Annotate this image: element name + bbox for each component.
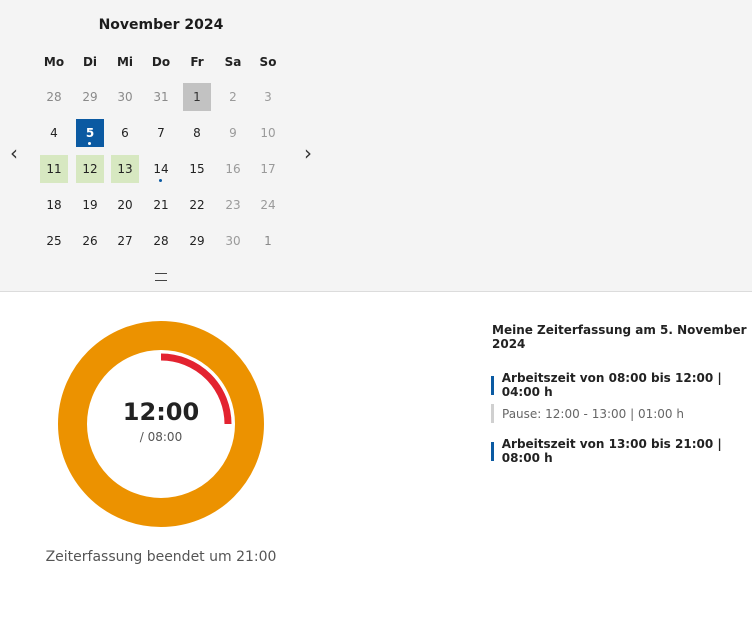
time-entry-label: Arbeitszeit von 13:00 bis 21:00 | 08:00 … xyxy=(501,437,722,465)
time-entry-label: Pause: 12:00 - 13:00 | 01:00 h xyxy=(502,406,684,421)
weekday-fr: Fr xyxy=(190,55,204,69)
calendar-day[interactable]: 6 xyxy=(111,119,139,147)
calendar-day[interactable]: 28 xyxy=(147,227,175,255)
calendar-day[interactable]: 22 xyxy=(183,191,211,219)
calendar-day[interactable]: 7 xyxy=(147,119,175,147)
calendar-day[interactable]: 25 xyxy=(40,227,68,255)
entry-color-bar xyxy=(491,441,494,461)
calendar-day-holiday[interactable]: 1 xyxy=(183,83,211,111)
calendar-day[interactable]: 16 xyxy=(219,155,247,183)
weekday-mo: Mo xyxy=(43,55,65,69)
next-month-button[interactable]: › xyxy=(298,141,318,165)
calendar-day[interactable]: 26 xyxy=(76,227,104,255)
time-entry-pause[interactable]: Pause: 12:00 - 13:00 | 01:00 h xyxy=(491,404,684,423)
calendar-day[interactable]: 17 xyxy=(254,155,282,183)
entry-indicator-dot xyxy=(88,142,91,145)
chevron-left-icon: ‹ xyxy=(10,141,18,165)
calendar-day[interactable]: 29 xyxy=(183,227,211,255)
calendar-day[interactable]: 8 xyxy=(183,119,211,147)
calendar-day[interactable]: 20 xyxy=(111,191,139,219)
weekday-di: Di xyxy=(82,55,98,69)
entry-color-bar xyxy=(491,404,494,423)
drag-handle-icon[interactable] xyxy=(155,273,167,281)
weekday-mi: Mi xyxy=(116,55,134,69)
status-text: Zeiterfassung beendet um 21:00 xyxy=(45,549,277,565)
calendar-day[interactable]: 30 xyxy=(111,83,139,111)
calendar-day-recorded[interactable]: 11 xyxy=(40,155,68,183)
time-entry-label: Arbeitszeit von 08:00 bis 12:00 | 04:00 … xyxy=(501,371,722,399)
summary-title: Meine Zeiterfassung am 5. November 2024 xyxy=(492,323,747,351)
calendar-day[interactable]: 15 xyxy=(183,155,211,183)
calendar-day-today[interactable]: 14 xyxy=(147,155,175,183)
calendar-day[interactable]: 31 xyxy=(147,83,175,111)
calendar-day[interactable]: 4 xyxy=(40,119,68,147)
calendar-day[interactable]: 28 xyxy=(40,83,68,111)
weekday-sa: Sa xyxy=(224,55,242,69)
prev-month-button[interactable]: ‹ xyxy=(4,141,24,165)
calendar-day[interactable]: 19 xyxy=(76,191,104,219)
time-entry-work[interactable]: Arbeitszeit von 13:00 bis 21:00 | 08:00 … xyxy=(491,437,752,465)
time-entry-work[interactable]: Arbeitszeit von 08:00 bis 12:00 | 04:00 … xyxy=(491,371,752,399)
current-worktime: 12:00 xyxy=(122,398,200,426)
today-indicator-dot xyxy=(159,179,162,182)
calendar-day-recorded[interactable]: 13 xyxy=(111,155,139,183)
calendar-day[interactable]: 2 xyxy=(219,83,247,111)
calendar-day[interactable]: 27 xyxy=(111,227,139,255)
calendar-day[interactable]: 24 xyxy=(254,191,282,219)
target-worktime: / 08:00 xyxy=(139,430,183,444)
calendar-day-label: 5 xyxy=(85,126,95,140)
weekday-do: Do xyxy=(151,55,171,69)
calendar-day[interactable]: 9 xyxy=(219,119,247,147)
month-title: November 2024 xyxy=(98,17,224,33)
weekday-so: So xyxy=(259,55,277,69)
calendar-day[interactable]: 3 xyxy=(254,83,282,111)
calendar-day-label: 14 xyxy=(153,162,169,176)
calendar-day[interactable]: 18 xyxy=(40,191,68,219)
calendar-panel: November 2024 ‹ › Mo Di Mi Do Fr Sa So 2… xyxy=(0,0,752,292)
entry-color-bar xyxy=(491,375,494,395)
calendar-day-selected[interactable]: 5 xyxy=(76,119,104,147)
calendar-day[interactable]: 21 xyxy=(147,191,175,219)
calendar-day[interactable]: 30 xyxy=(219,227,247,255)
calendar-day[interactable]: 23 xyxy=(219,191,247,219)
chevron-right-icon: › xyxy=(304,141,312,165)
calendar-day[interactable]: 1 xyxy=(254,227,282,255)
calendar-day-recorded[interactable]: 12 xyxy=(76,155,104,183)
calendar-day[interactable]: 29 xyxy=(76,83,104,111)
calendar-day[interactable]: 10 xyxy=(254,119,282,147)
